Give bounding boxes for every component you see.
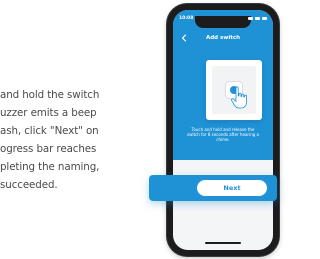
hint-text: Touch and hold and release the switch fo… xyxy=(187,127,259,142)
illustration-card xyxy=(206,60,262,120)
battery-icon xyxy=(262,17,267,20)
instruction-line: uzzer emits a beep xyxy=(0,107,97,119)
instruction-line: succeeded. xyxy=(0,179,58,191)
wifi-icon xyxy=(255,17,260,20)
hand-pointer-icon xyxy=(231,86,247,109)
phone-screen: 10:08 Add switch Touch and hold and rele… xyxy=(173,10,273,250)
instruction-line: and hold the switch xyxy=(0,89,100,101)
instruction-line: ash, click "Next" on xyxy=(0,125,99,137)
signal-icon xyxy=(248,17,253,20)
page-title: Add switch xyxy=(205,35,241,41)
chevron-left-icon[interactable] xyxy=(179,33,189,43)
instruction-line: ogress bar reaches xyxy=(0,143,97,155)
phone-mockup: 10:08 Add switch Touch and hold and rele… xyxy=(167,4,279,256)
illustration-background xyxy=(212,66,256,114)
home-indicator xyxy=(205,242,241,244)
next-button-panel: Next xyxy=(149,175,277,201)
next-button[interactable]: Next xyxy=(197,180,267,196)
instructions-text: and hold the switch uzzer emits a beep a… xyxy=(0,86,140,194)
instruction-line: pleting the naming, xyxy=(0,161,100,173)
nav-bar: Add switch xyxy=(173,30,273,46)
status-time: 10:08 xyxy=(179,16,194,21)
status-icons xyxy=(248,17,267,20)
phone-notch xyxy=(195,16,251,28)
